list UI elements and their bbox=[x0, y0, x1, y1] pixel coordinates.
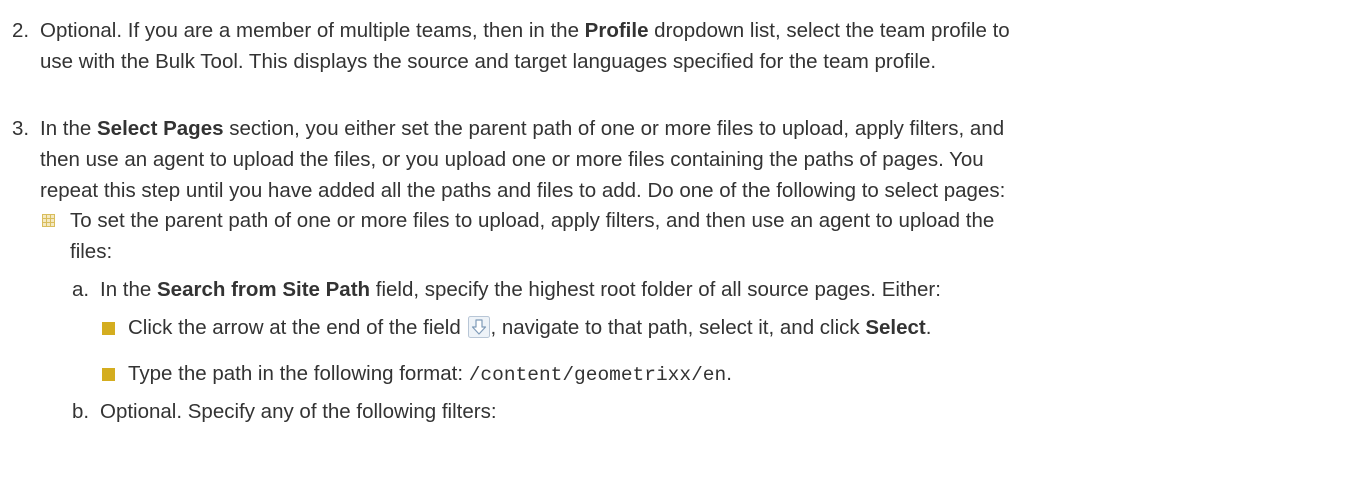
search-from-site-path-keyword: Search from Site Path bbox=[157, 278, 371, 301]
download-arrow-icon bbox=[468, 316, 491, 338]
step-3-text-a: In the bbox=[40, 117, 97, 140]
option-1-period: . bbox=[925, 316, 932, 339]
sub-step-a-text-3: field, specify the highest root folder o… bbox=[370, 278, 941, 301]
option-1-text-1: Click the arrow at the end of the field bbox=[128, 316, 467, 339]
step-2-number: 2. bbox=[12, 19, 30, 42]
step-2-line-2: use with the Bulk Tool. This displays th… bbox=[40, 50, 937, 73]
option-2-text-1: Type the path in the following format: bbox=[128, 362, 469, 385]
square-icon bbox=[102, 322, 115, 335]
option-1-text-2: , navigate to that path, select it, and … bbox=[490, 316, 866, 339]
path-code: /content/geometrixx/en bbox=[468, 364, 727, 386]
step-3-line-1: In the Select Pages section, you either … bbox=[40, 115, 1004, 143]
sub-step-a-letter: a. bbox=[72, 278, 90, 301]
option-2-text: Type the path in the following format: /… bbox=[128, 360, 732, 389]
profile-keyword: Profile bbox=[584, 19, 649, 42]
step-3-line-2: then use an agent to upload the files, o… bbox=[40, 148, 984, 171]
option-1-text: Click the arrow at the end of the field … bbox=[128, 314, 931, 342]
bullet-line-1: To set the parent path of one or more fi… bbox=[70, 209, 995, 232]
sub-step-a-text: In the Search from Site Path field, spec… bbox=[100, 276, 941, 304]
option-2-period: . bbox=[726, 362, 732, 385]
sub-step-b-text: Optional. Specify any of the following f… bbox=[100, 400, 497, 423]
step-2-line-1: Optional. If you are a member of multipl… bbox=[40, 17, 1010, 45]
grid-icon bbox=[42, 214, 55, 227]
document-page: 2. Optional. If you are a member of mult… bbox=[0, 0, 1346, 499]
step-3-number: 3. bbox=[12, 117, 30, 140]
step-3-line-3: repeat this step until you have added al… bbox=[40, 179, 1006, 202]
sub-step-b-letter: b. bbox=[72, 400, 90, 423]
step-2-text-c: dropdown list, select the team profile t… bbox=[648, 19, 1010, 42]
step-2-text-a: Optional. If you are a member of multipl… bbox=[40, 19, 585, 42]
sub-step-a-text-1: In the bbox=[100, 278, 157, 301]
select-pages-keyword: Select Pages bbox=[97, 117, 224, 140]
bullet-line-2: files: bbox=[70, 240, 113, 263]
select-keyword: Select bbox=[865, 316, 926, 339]
step-3-text-c: section, you either set the parent path … bbox=[223, 117, 1005, 140]
square-icon bbox=[102, 368, 115, 381]
